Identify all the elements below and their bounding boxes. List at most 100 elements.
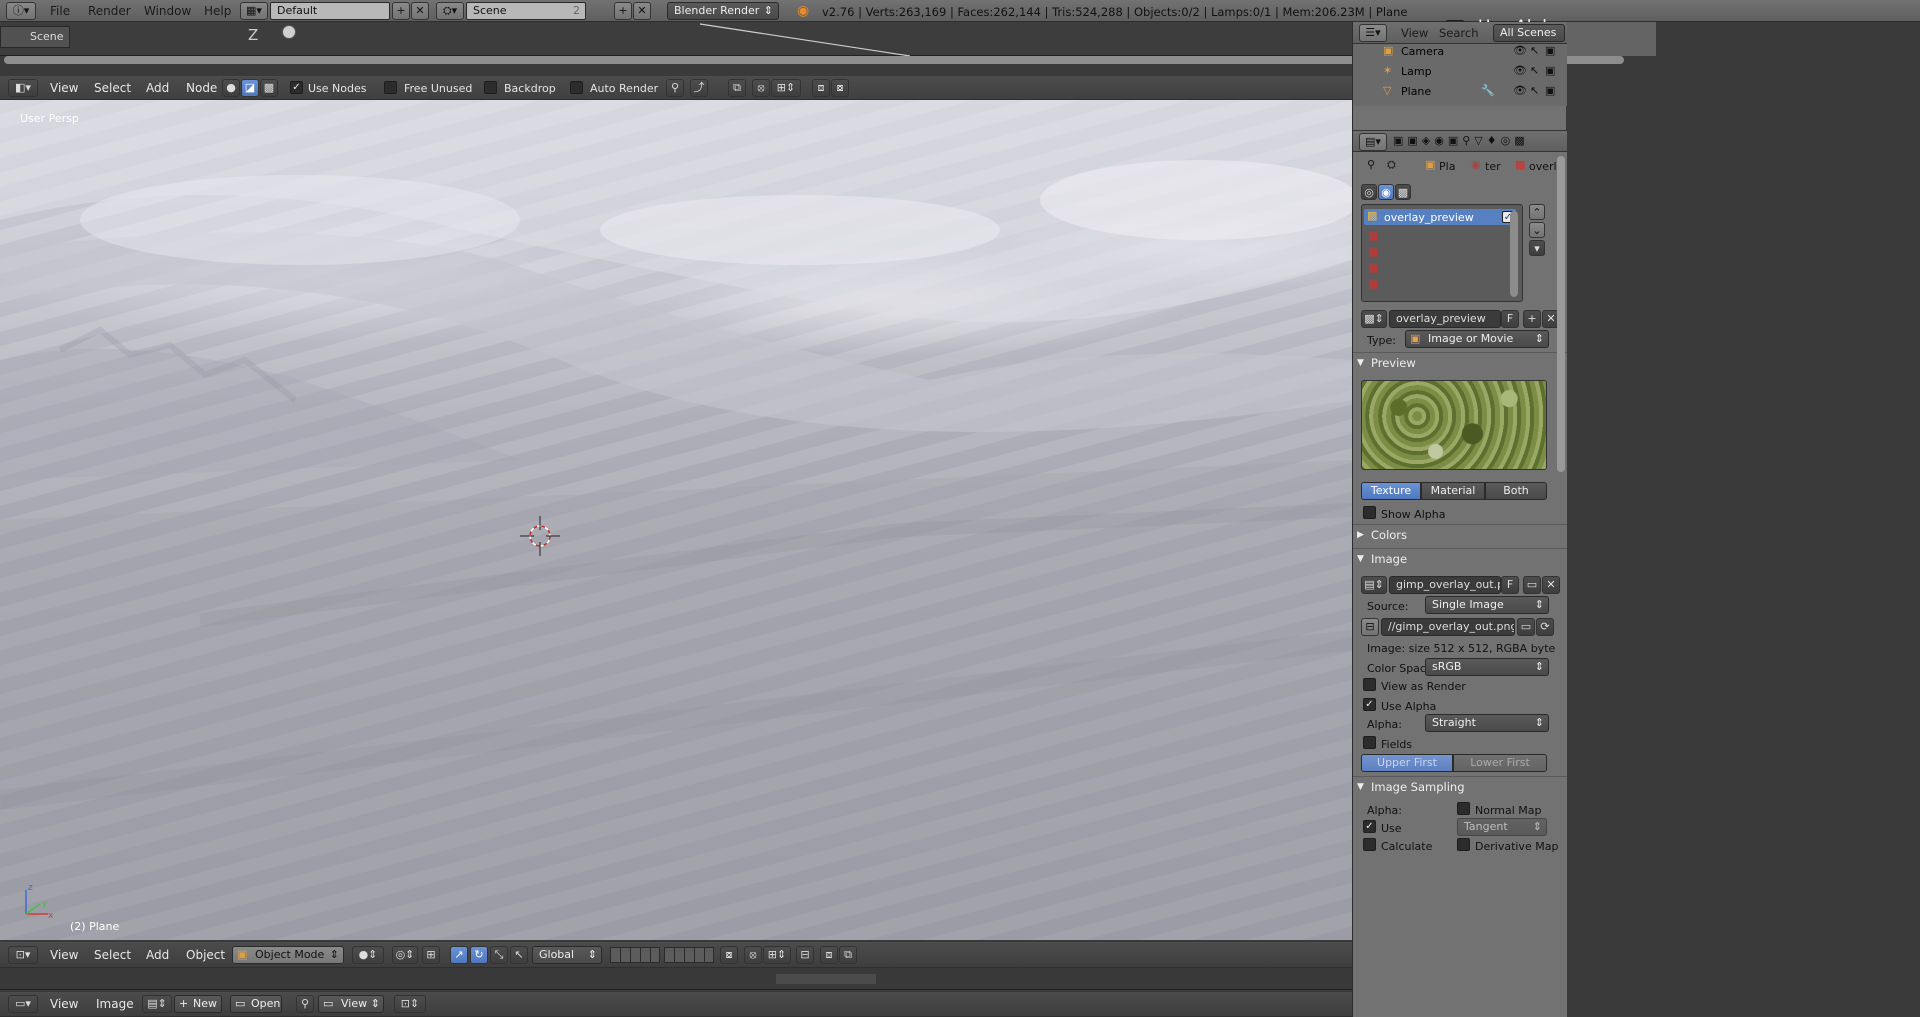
properties-context-tabs[interactable]: ▣▣◈◉▣⚲▽♦◎▩ (1393, 134, 1565, 150)
image-sampling-panel-header[interactable]: ▼ Image Sampling (1353, 776, 1567, 796)
layout-name-field[interactable]: Default (270, 2, 390, 20)
editor-type-image-button[interactable]: ▭▾ (8, 995, 38, 1013)
image-panel-header[interactable]: ▼ Image (1353, 548, 1567, 568)
preview-tab-texture[interactable]: Texture (1361, 482, 1421, 500)
image-mode-dropdown[interactable]: ▭ View ⇕ (318, 995, 384, 1013)
image-browse-icon[interactable]: ▤⇕ (142, 995, 172, 1013)
preview-panel-header[interactable]: ▼ Preview (1353, 352, 1567, 372)
preview-tab-both[interactable]: Both (1485, 482, 1547, 500)
view-as-render-checkbox[interactable] (1363, 678, 1376, 691)
derivative-map-checkbox[interactable] (1457, 838, 1470, 851)
object-mode-dropdown[interactable]: ▣ Object Mode ⇕ (232, 946, 344, 964)
render-icon[interactable]: ▣ (1545, 84, 1555, 97)
image-unlink-icon[interactable]: ✕ (1542, 576, 1560, 594)
outliner-menu-search[interactable]: Search (1435, 22, 1483, 44)
fields-checkbox[interactable] (1363, 736, 1376, 749)
slot-specials-button[interactable]: ▾ (1529, 240, 1545, 256)
lower-first-button[interactable]: Lower First (1453, 754, 1547, 772)
view3d-menu-select[interactable]: Select (90, 942, 135, 968)
slot-list-scrollbar[interactable] (1510, 211, 1518, 297)
render-icon[interactable]: ▣ (1545, 64, 1555, 77)
3d-viewport[interactable]: User Persp z x y (2) Plane (0, 100, 1352, 940)
eye-icon[interactable]: 👁 (1513, 64, 1527, 77)
editor-type-outliner-button[interactable]: ☰▾ (1359, 24, 1387, 42)
empty-slot-icon[interactable]: ▩ (1368, 229, 1378, 242)
normal-map-checkbox[interactable] (1457, 802, 1470, 815)
pin-image-icon[interactable]: ⚲ (296, 995, 314, 1013)
slot-move-up-button[interactable]: ⌃ (1529, 204, 1545, 220)
outliner-row-plane[interactable]: ▽ Plane 🔧 👁 ↖ ▣ (1353, 84, 1555, 100)
editor-type-info-button[interactable]: ⓘ▾ (6, 2, 36, 20)
tangent-dropdown[interactable]: Tangent ⇕ (1457, 818, 1547, 836)
properties-scrollbar[interactable] (1557, 156, 1565, 472)
timeline-marker[interactable] (282, 25, 296, 39)
outliner-filter-dropdown[interactable]: All Scenes (1493, 24, 1565, 42)
material-texture-tab-icon[interactable]: ◉ (1378, 184, 1394, 200)
layers-grid-2[interactable] (664, 947, 714, 963)
use-nodes-checkbox[interactable]: ✓ (290, 81, 303, 94)
opengl-render-icon[interactable]: ⧈ (820, 946, 838, 964)
layout-close-button[interactable]: ✕ (411, 2, 429, 20)
menu-help[interactable]: Help (200, 0, 235, 22)
pack-image-icon[interactable]: ⊟ (1361, 618, 1379, 636)
view3d-menu-object[interactable]: Object (182, 942, 229, 968)
world-texture-tab-icon[interactable]: ◎ (1361, 184, 1377, 200)
lock-layers-icon[interactable]: ⧇ (720, 946, 738, 964)
render-engine-dropdown[interactable]: Blender Render ⇕ (667, 2, 779, 20)
image-editor-scrollbar[interactable] (776, 974, 876, 984)
eye-icon[interactable]: 👁 (1513, 44, 1527, 57)
reload-image-icon[interactable]: ⟳ (1536, 618, 1554, 636)
menu-render[interactable]: Render (84, 0, 135, 22)
cursor-icon[interactable]: ↖ (1530, 64, 1539, 77)
show-alpha-checkbox[interactable] (1363, 506, 1376, 519)
cursor-icon[interactable]: ↖ (1530, 44, 1539, 57)
scene-name-field[interactable]: Scene 2 (466, 2, 586, 20)
upper-first-button[interactable]: Upper First (1361, 754, 1453, 772)
texture-type-dropdown[interactable]: ▣ Image or Movie ⇕ (1405, 330, 1549, 348)
node-menu-view[interactable]: View (46, 76, 82, 100)
texture-new-icon[interactable]: + (1523, 310, 1541, 328)
snap-icon[interactable]: ⦻ (752, 79, 770, 97)
image-browse-icon[interactable]: ▤⇕ (1361, 576, 1387, 594)
pin-icon[interactable]: ⚲ (666, 79, 684, 97)
filepath-field[interactable]: //gimp_overlay_out.png (1381, 618, 1515, 636)
pivot-icon[interactable]: ◎⇕ (392, 946, 418, 964)
use-alpha-sampling-checkbox[interactable]: ✓ (1363, 820, 1376, 833)
scene-tab[interactable]: Scene (0, 26, 70, 48)
copy-nodes-icon[interactable]: ⧉ (728, 79, 746, 97)
alpha-mode-dropdown[interactable]: Straight ⇕ (1425, 714, 1549, 732)
editor-type-node-button[interactable]: ◧▾ (8, 79, 38, 97)
slot-move-down-button[interactable]: ⌄ (1529, 222, 1545, 238)
node-menu-select[interactable]: Select (90, 76, 135, 100)
view3d-menu-add[interactable]: Add (142, 942, 173, 968)
opengl-anim-icon[interactable]: ⧉ (839, 946, 857, 964)
image-menu-view[interactable]: View (46, 992, 82, 1016)
open-image-button[interactable]: ▭ Open (230, 995, 282, 1013)
image-name-field[interactable]: gimp_overlay_out.png (1389, 576, 1501, 594)
calculate-alpha-checkbox[interactable] (1363, 838, 1376, 851)
texture-slot-active[interactable]: ▩ overlay_preview ✓ (1364, 209, 1516, 225)
proportional-edit-icon[interactable]: ⦻ (744, 946, 762, 964)
backdrop-checkbox[interactable] (484, 81, 497, 94)
empty-slot-icon[interactable]: ▩ (1368, 277, 1378, 290)
transform-icon[interactable]: ↖ (510, 946, 528, 964)
shader-nodes-icon[interactable]: ● (222, 79, 240, 97)
pivot-image-icon[interactable]: ⊡⇕ (394, 995, 426, 1013)
source-dropdown[interactable]: Single Image ⇕ (1425, 596, 1549, 614)
node-menu-add[interactable]: Add (142, 76, 173, 100)
new-image-button[interactable]: + New (174, 995, 222, 1013)
snap-target-icon[interactable]: ⊟ (796, 946, 814, 964)
image-open-icon[interactable]: ▭ (1523, 576, 1541, 594)
layers-grid-1[interactable] (610, 947, 660, 963)
scale-icon[interactable]: ⤡ (490, 946, 508, 964)
scene-close-button[interactable]: ✕ (633, 2, 651, 20)
menu-file[interactable]: File (46, 0, 74, 22)
translate-icon[interactable]: ↗ (450, 946, 468, 964)
scene-add-button[interactable]: + (614, 2, 632, 20)
rotate-icon[interactable]: ↻ (470, 946, 488, 964)
cursor-icon[interactable]: ↖ (1530, 84, 1539, 97)
layout-icon[interactable]: ▦▾ (240, 2, 268, 20)
render-icon[interactable]: ▣ (1545, 44, 1555, 57)
texture-name-field[interactable]: overlay_preview (1389, 310, 1501, 328)
manipulator-toggle-icon[interactable]: ⊞ (422, 946, 440, 964)
